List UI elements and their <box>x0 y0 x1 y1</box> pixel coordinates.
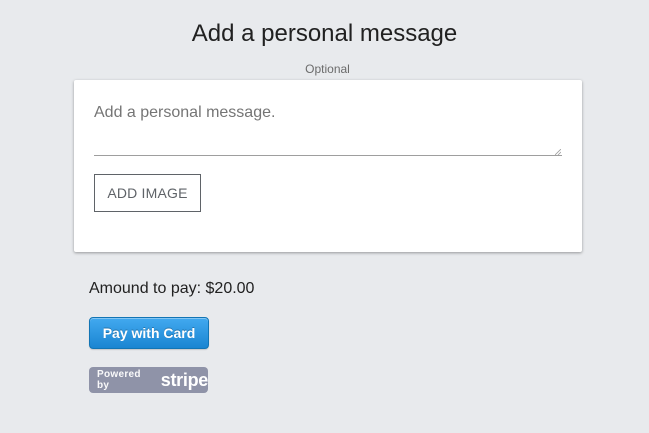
page-title: Add a personal message <box>191 20 458 47</box>
resize-grip-icon[interactable] <box>555 149 561 155</box>
amount-to-pay: Amound to pay: $20.00 <box>89 280 255 297</box>
powered-by-label: Powered by <box>97 369 141 391</box>
powered-by-stripe-badge[interactable]: Powered by stripe <box>89 367 208 393</box>
add-image-button[interactable]: ADD IMAGE <box>94 174 201 212</box>
personal-message-input[interactable] <box>94 102 562 156</box>
stripe-logo: stripe <box>160 370 209 390</box>
page: Add a personal message Optional ADD IMAG… <box>0 0 649 433</box>
message-card: ADD IMAGE <box>74 80 582 252</box>
pay-with-card-button[interactable]: Pay with Card <box>89 317 209 349</box>
optional-label: Optional <box>305 62 350 76</box>
